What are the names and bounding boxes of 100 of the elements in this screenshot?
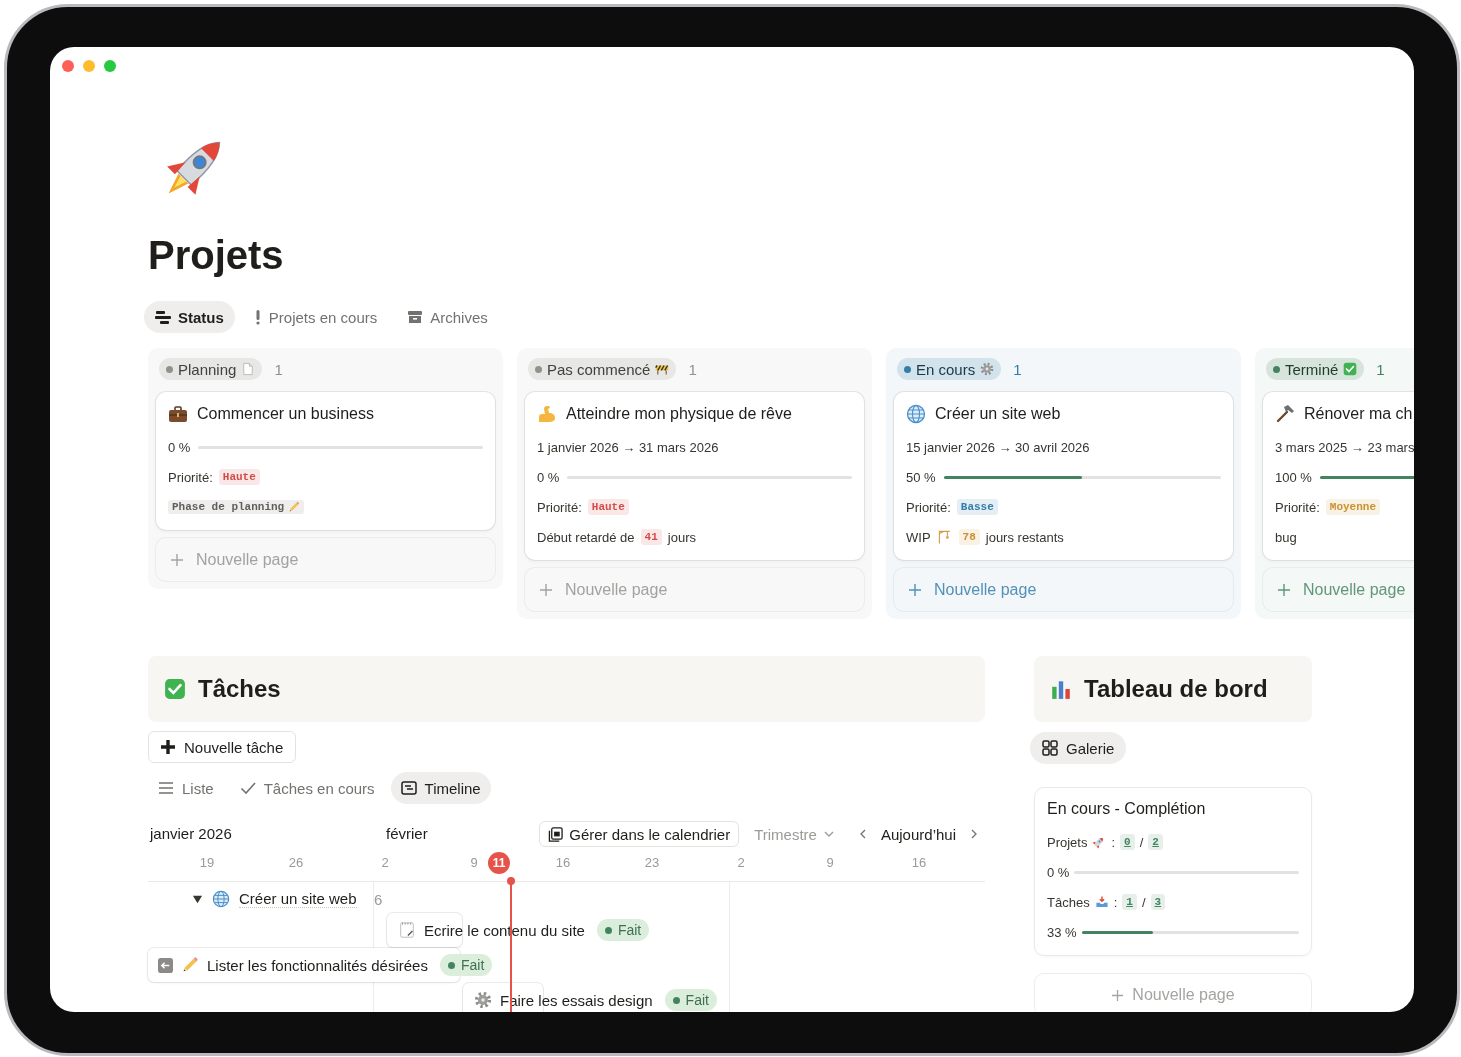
project-card[interactable]: Atteindre mon physique de rêve 1 janvier 2026 → 31 mars 2026 0 % Priorité: Haute Début retardé de 41 jours	[525, 392, 864, 560]
note-text: Début retardé de	[537, 529, 635, 545]
week-label: 23	[644, 854, 660, 872]
section-title: Tableau de bord	[1084, 675, 1268, 703]
week-label: 26	[288, 854, 304, 872]
progress-reading: 50 %	[906, 469, 936, 485]
date-range: 15 janvier 2026 → 30 avril 2026	[906, 439, 1090, 455]
status-dot	[672, 996, 680, 1004]
progress-reading: 0 %	[1047, 864, 1070, 880]
progress-reading: 0 %	[537, 469, 560, 485]
week-label: 2	[737, 854, 745, 872]
note-text: jours restants	[985, 529, 1064, 545]
priority-label: Priorité:	[906, 499, 951, 515]
card-count: 1	[688, 360, 697, 378]
check-icon	[239, 780, 256, 796]
new-task-button[interactable]: Nouvelle tâche	[148, 731, 297, 763]
timeline-bar[interactable]	[148, 948, 460, 982]
status-pill[interactable]: Terminé	[1266, 358, 1365, 380]
inbox-tray-icon	[1094, 895, 1109, 909]
view-tab[interactable]: Status	[144, 301, 235, 333]
card-count: 1	[1013, 360, 1022, 378]
status-pill[interactable]: Planning	[159, 358, 263, 380]
count-chip: 1	[1122, 894, 1137, 910]
view-tab[interactable]: Liste	[148, 772, 224, 804]
today-marker: 11	[488, 852, 510, 874]
plus-icon	[1277, 582, 1291, 597]
plus-icon	[908, 582, 922, 597]
group-title[interactable]: Créer un site web	[239, 890, 357, 908]
tag-label: Phase de planning	[172, 501, 285, 513]
view-tab[interactable]: Archives	[396, 301, 499, 333]
task-title: Lister les fonctionnalités désirées	[207, 956, 428, 974]
priority-label: Priorité:	[1275, 499, 1320, 515]
stack-icon	[155, 309, 171, 325]
priority-tag: Haute	[218, 469, 260, 485]
card-title: Atteindre mon physique de rêve	[566, 405, 792, 423]
status-label: Fait	[685, 992, 709, 1008]
status-label: En cours	[916, 360, 976, 378]
view-tab[interactable]: Galerie	[1030, 732, 1127, 764]
globe-icon	[212, 890, 230, 908]
progress-reading: 100 %	[1275, 469, 1312, 485]
view-tab[interactable]: Tâches en cours	[229, 772, 385, 804]
gear-icon	[474, 991, 492, 1009]
month-label: février	[386, 825, 428, 842]
card-count: 1	[274, 360, 283, 378]
priority-tag: Moyenne	[1325, 499, 1380, 515]
hammer-icon	[1275, 404, 1295, 424]
pencil-icon	[181, 956, 199, 974]
count-chip: 0	[1120, 834, 1135, 850]
view-tab[interactable]: Timeline	[390, 772, 491, 804]
pencil-icon	[288, 501, 301, 513]
checkbox-icon	[1343, 362, 1358, 376]
note-text: bug	[1275, 529, 1297, 545]
day-count: 41	[640, 529, 662, 545]
status-pill[interactable]: En cours	[897, 358, 1002, 380]
timeline-icon	[400, 780, 417, 796]
day-count: 78	[958, 529, 980, 545]
globe-icon	[906, 404, 926, 424]
gear-icon	[980, 362, 995, 376]
project-card[interactable]: Créer un site web 15 janvier 2026 → 30 avril 2026 50 % Priorité: Basse WIP 78 jours restants	[894, 392, 1233, 560]
view-tab[interactable]: Projets en cours	[242, 301, 389, 333]
exclamation-icon	[253, 309, 262, 325]
calendar-button[interactable]: Gérer dans le calendrier	[539, 821, 740, 847]
status-label: Planning	[178, 360, 237, 378]
week-label: 9	[470, 854, 478, 872]
priority-tag: Basse	[956, 499, 998, 515]
count-chip: 3	[1150, 894, 1166, 910]
date-range: 3 mars 2025 → 23 mars	[1275, 439, 1414, 455]
group-count: 6	[374, 889, 383, 910]
calendar-icon	[548, 826, 564, 842]
status-dot	[447, 961, 455, 969]
note-text: jours	[667, 529, 696, 545]
close-button[interactable]	[62, 60, 74, 72]
plus-icon	[170, 552, 184, 567]
section-title: Tâches	[198, 675, 281, 703]
week-label: 19	[199, 854, 215, 872]
count-chip: 2	[1148, 834, 1163, 850]
priority-label: Priorité:	[168, 469, 213, 485]
project-card[interactable]: Rénover ma ch 3 mars 2025 → 23 mars 100 % Priorité: Moyenne bug	[1263, 392, 1414, 560]
grid-icon	[1042, 740, 1058, 756]
gallery-card[interactable]: En cours - Complétion Projets : 0 / 2 0 % Tâches : 1 / 3 33 %	[1034, 787, 1312, 956]
page-title: Projets	[148, 232, 284, 279]
status-label: Terminé	[1285, 360, 1339, 378]
project-card[interactable]: Commencer un business 0 % Priorité: Haute Phase de planning	[156, 392, 495, 530]
stat-separator: :	[1113, 894, 1118, 910]
crane-icon	[936, 529, 953, 545]
stat-separator: /	[1139, 834, 1144, 850]
barrier-icon	[655, 362, 670, 376]
plus-icon	[539, 582, 553, 597]
progress-reading: 0 %	[168, 439, 191, 455]
status-label: Fait	[460, 957, 485, 973]
note-text: WIP	[906, 529, 931, 545]
status-pill[interactable]: Pas commencé	[528, 358, 677, 380]
week-label: 16	[911, 854, 927, 872]
card-title: Commencer un business	[197, 405, 374, 423]
document-icon	[241, 362, 256, 376]
list-icon	[158, 780, 174, 796]
timeline-bar[interactable]	[387, 913, 462, 947]
week-label: 16	[555, 854, 571, 872]
stat-label: Projets	[1047, 834, 1088, 850]
today-button[interactable]: Aujourd’hui	[880, 825, 956, 843]
